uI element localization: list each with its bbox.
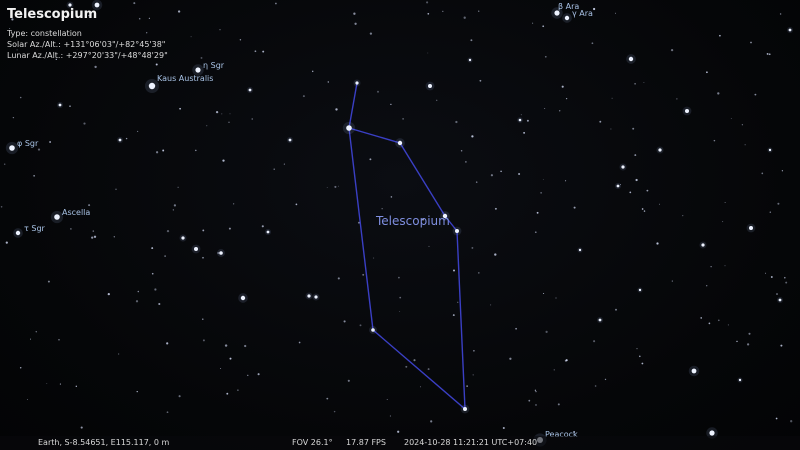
constellation-label-telescopium[interactable]: Telescopium [376,214,450,228]
constellation-lines [348,82,466,411]
telescopium-line-north [348,82,466,411]
object-title: Telescopium [7,7,98,22]
object-type: Type: constellation [7,29,82,38]
sky-view[interactable]: Telescopium Type: constellation Solar Az… [0,0,800,450]
star-label-phi-sgr[interactable]: φ Sgr [17,139,38,148]
lunar-az-alt: Lunar Az./Alt.: +297°20'33"/+48°48'29" [7,51,168,60]
fps-readout: 17.87 FPS [346,438,386,447]
object-info-panel: Telescopium Type: constellation Solar Az… [7,7,168,61]
star-label-gamma-ara[interactable]: γ Ara [572,9,593,18]
star-label-ascella[interactable]: Ascella [62,208,90,217]
datetime-readout[interactable]: 2024-10-28 11:21:21 UTC+07:40 [404,438,537,447]
status-bar: Earth, S-8.54651, E115.117, 0 m FOV 26.1… [0,436,800,450]
star-label-eta-sgr[interactable]: η Sgr [203,61,224,70]
location-readout[interactable]: Earth, S-8.54651, E115.117, 0 m [38,438,169,447]
fov-readout: FOV 26.1° [292,438,333,447]
solar-az-alt: Solar Az./Alt.: +131°06'03"/+82°45'38" [7,40,166,49]
star-label-tau-sgr[interactable]: τ Sgr [24,224,45,233]
star-label-kaus-australis[interactable]: Kaus Australis [157,74,213,83]
